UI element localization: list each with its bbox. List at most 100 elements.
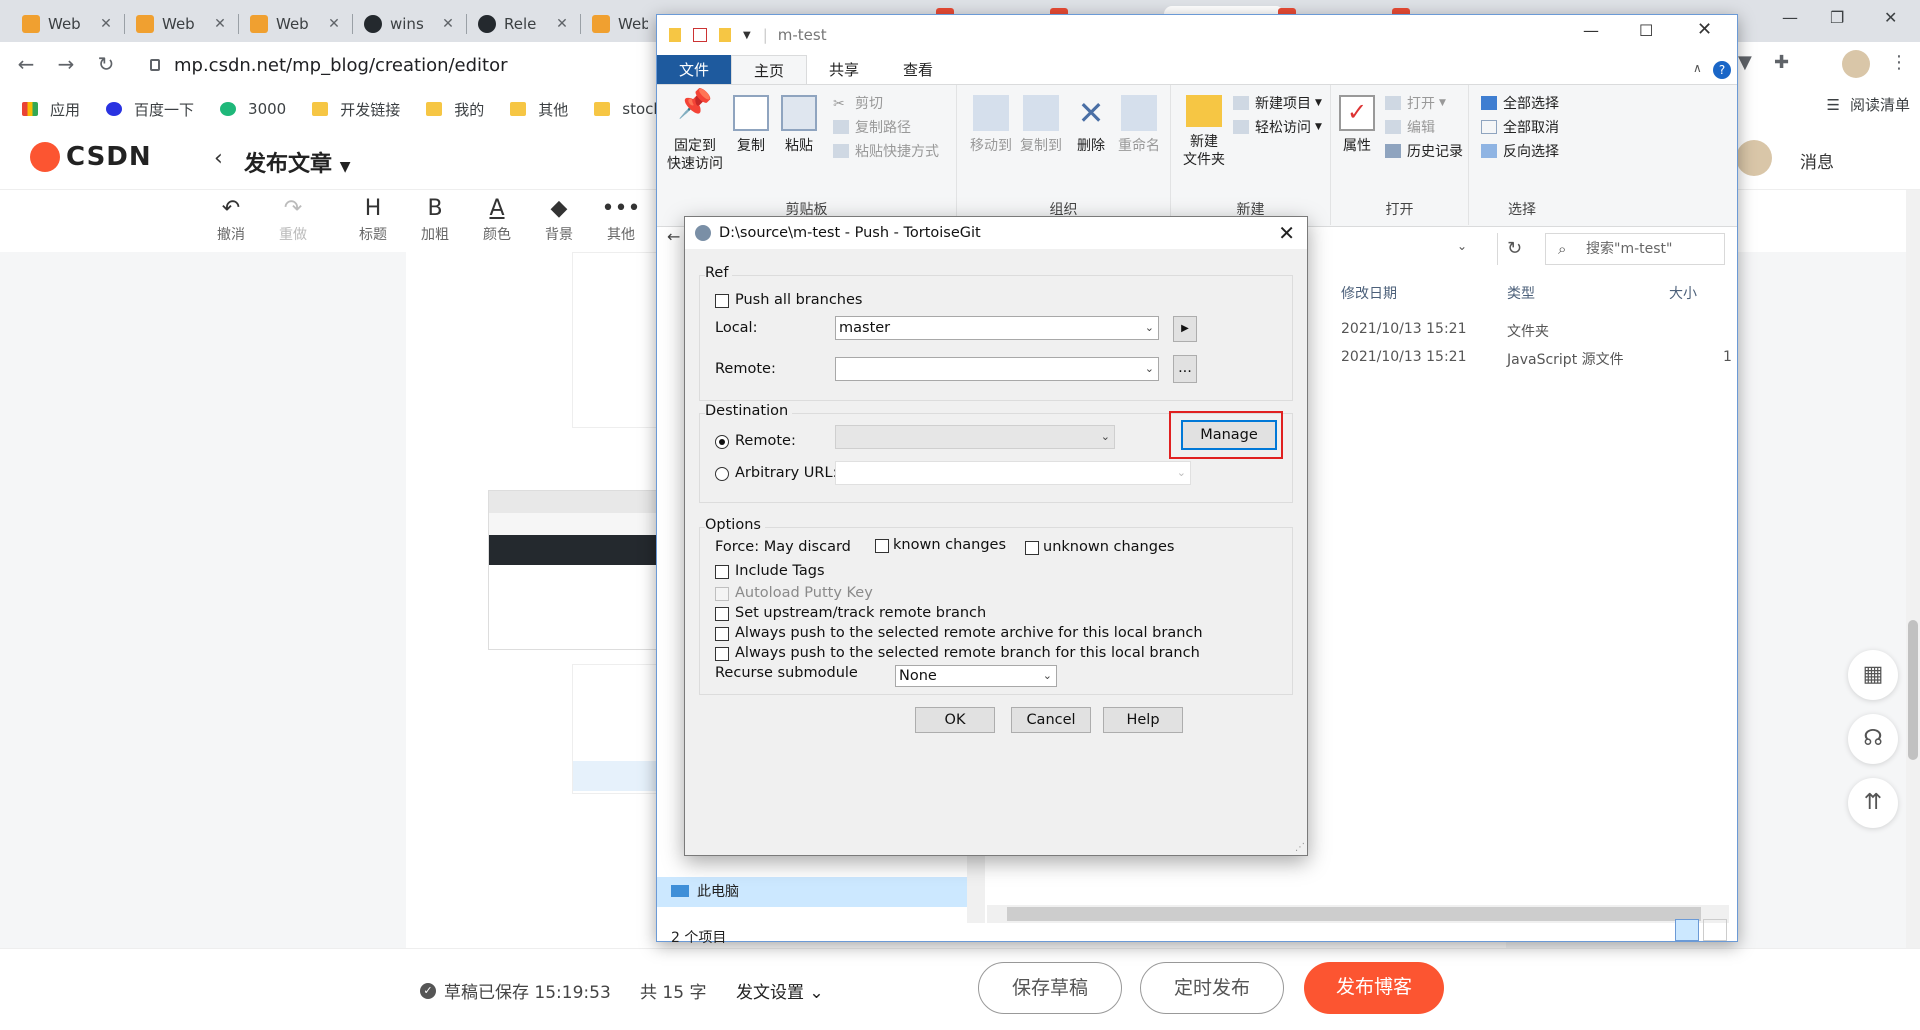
close-icon[interactable]: ✕ [1884,8,1897,27]
known-changes-checkbox[interactable] [875,539,889,553]
delete-button[interactable]: ✕ 删除 [1071,95,1111,155]
avatar[interactable] [1736,140,1772,176]
new-item-button[interactable]: 新建项目 ▼ [1233,93,1322,113]
reading-list[interactable]: ☰ 阅读清单 [1827,94,1910,115]
bookmark-apps[interactable]: 应用 [22,99,80,120]
schedule-publish-button[interactable]: 定时发布 [1140,962,1284,1014]
close-icon[interactable]: ✕ [212,16,228,32]
always-push-archive-checkbox[interactable] [715,627,729,641]
horizontal-scrollbar[interactable] [987,905,1729,923]
close-icon[interactable]: ✕ [1278,221,1295,245]
back-arrow-icon[interactable]: ← [667,227,680,246]
paste-button[interactable]: 粘贴 [779,95,819,155]
cut-button[interactable]: ✂ 剪切 [833,93,883,113]
set-upstream-checkbox[interactable] [715,607,729,621]
help-button[interactable]: Help [1103,707,1183,733]
maximize-icon[interactable]: ☐ [1639,21,1653,40]
minimize-icon[interactable]: — [1782,8,1798,27]
back-chevron-icon[interactable]: ‹ [214,146,223,171]
qr-code-icon[interactable]: ▦ [1848,650,1898,700]
bookmark-mine[interactable]: 我的 [426,99,484,120]
chevron-down-icon[interactable]: ⌄ [1457,239,1467,253]
close-icon[interactable]: ✕ [326,16,342,32]
always-push-branch-checkbox[interactable] [715,647,729,661]
extension-icon[interactable]: ▼ [1738,52,1752,73]
csdn-logo[interactable]: CSDN [30,142,152,172]
scrollbar-thumb[interactable] [1908,620,1918,760]
profile-avatar[interactable] [1842,50,1870,78]
move-to-button[interactable]: 移动到 [967,95,1015,155]
remote-branch-select[interactable]: ⌄ [835,357,1159,381]
forward-icon[interactable]: → [54,52,78,76]
push-all-branches-checkbox[interactable] [715,294,729,308]
more-button[interactable]: ••• 其他 [590,194,652,250]
page-scrollbar[interactable] [1906,190,1920,1030]
publish-settings[interactable]: 发文设置 ⌄ [736,978,824,1003]
browser-tab[interactable]: Web ✕ [12,6,124,42]
bookmark-3000[interactable]: 3000 [220,100,286,118]
properties-icon[interactable] [693,28,707,42]
open-button[interactable]: 打开 ▼ [1385,93,1446,113]
save-draft-button[interactable]: 保存草稿 [978,962,1122,1014]
back-to-top-icon[interactable]: ⇈ [1848,778,1898,828]
arbitrary-url-radio[interactable] [715,467,729,481]
arbitrary-url-input[interactable]: ⌄ [835,461,1191,485]
nav-scrollbar[interactable] [967,855,985,923]
headset-icon[interactable]: ☊ [1848,714,1898,764]
copy-button[interactable]: 复制 [731,95,771,155]
ok-button[interactable]: OK [915,707,995,733]
publish-button[interactable]: 发布博客 [1304,962,1444,1014]
reload-icon[interactable]: ↻ [94,52,118,76]
large-icons-view-icon[interactable] [1703,919,1727,941]
dest-remote-select[interactable]: ⌄ [835,425,1115,449]
restore-icon[interactable]: ❐ [1830,8,1844,27]
redo-button[interactable]: ↷ 重做 [262,194,324,250]
new-folder-icon[interactable] [719,28,731,42]
browse-refs-button[interactable]: ... [1173,355,1197,383]
unknown-changes-checkbox[interactable] [1025,541,1039,555]
recurse-submodule-select[interactable]: None ⌄ [895,665,1057,687]
nav-item-this-pc[interactable]: 此电脑 [657,877,967,907]
pin-quick-access-button[interactable]: 📌 固定到 快速访问 [665,90,725,173]
invert-selection-button[interactable]: 反向选择 [1481,141,1559,161]
details-view-icon[interactable] [1675,919,1699,941]
properties-button[interactable]: ✓ 属性 [1337,95,1377,155]
help-icon[interactable]: ? [1713,61,1731,79]
tab-home[interactable]: 主页 [731,55,808,84]
background-button[interactable]: ◆ 背景 [528,194,590,250]
browser-tab[interactable]: wins ✕ [354,6,466,42]
bookmark-dev-links[interactable]: 开发链接 [312,99,400,120]
new-folder-button[interactable]: 新建 文件夹 [1179,95,1229,169]
bookmark-baidu[interactable]: 百度一下 [106,99,194,120]
close-icon[interactable]: ✕ [1697,19,1712,40]
explorer-search-input[interactable]: ⌕ 搜索"m-test" [1545,233,1725,265]
rename-button[interactable]: 重命名 [1115,95,1163,155]
close-icon[interactable]: ✕ [554,16,570,32]
autoload-putty-checkbox[interactable] [715,587,729,601]
select-none-button[interactable]: 全部取消 [1481,117,1559,137]
collapse-ribbon-icon[interactable]: ∧ [1693,61,1702,75]
copy-path-button[interactable]: 复制路径 [833,117,911,137]
column-size[interactable]: 大小 [1669,283,1697,303]
chevron-down-icon[interactable]: ▼ [743,30,751,41]
column-modified[interactable]: 修改日期 [1341,283,1397,303]
undo-button[interactable]: ↶ 撤消 [200,194,262,250]
back-icon[interactable]: ← [14,52,38,76]
scrollbar-thumb[interactable] [1007,907,1701,921]
local-branch-arrow-button[interactable]: ▶ [1173,316,1197,342]
resize-grip-icon[interactable]: ⋰ [1295,842,1305,853]
tab-share[interactable]: 共享 [807,55,881,84]
refresh-icon[interactable]: ↻ [1497,233,1531,265]
manage-button[interactable]: Manage [1181,420,1277,450]
messages-link[interactable]: 消息 [1800,148,1834,173]
menu-icon[interactable]: ⋮ [1890,52,1908,73]
easy-access-button[interactable]: 轻松访问 ▼ [1233,117,1322,137]
bold-button[interactable]: B 加粗 [404,194,466,250]
include-tags-checkbox[interactable] [715,565,729,579]
color-button[interactable]: A 颜色 [466,194,528,250]
puzzle-icon[interactable]: ✚ [1774,52,1789,73]
close-icon[interactable]: ✕ [440,16,456,32]
tab-file[interactable]: 文件 [657,55,732,84]
edit-button[interactable]: 编辑 [1385,117,1435,137]
history-button[interactable]: 历史记录 [1385,141,1463,161]
